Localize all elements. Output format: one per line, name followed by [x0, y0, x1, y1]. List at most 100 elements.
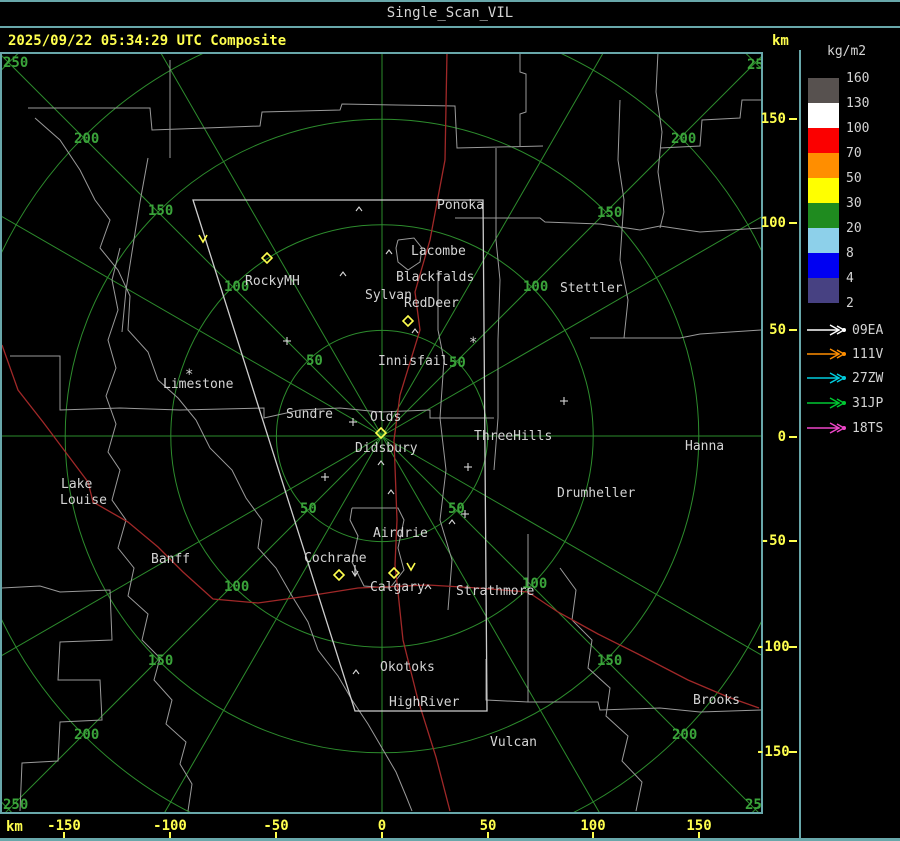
range-ring-label: 50: [306, 353, 323, 369]
svg-text:*: *: [185, 367, 193, 383]
track-arrow-icon: [807, 324, 846, 336]
city-label-brooks: Brooks: [693, 693, 740, 708]
city-label-blackfalds: Blackfalds: [396, 270, 474, 285]
vil-scale-swatch: [808, 278, 839, 303]
track-id-label: 27ZW: [852, 371, 884, 386]
city-label-okotoks: Okotoks: [380, 660, 435, 675]
vil-scale-swatch: [808, 253, 839, 278]
city-label-calgary: Calgary: [370, 580, 425, 595]
range-ring-label: 50: [448, 501, 465, 517]
vil-scale-swatch: [808, 228, 839, 253]
radar-map-canvas[interactable]: 2502001501005050100150200250501001502002…: [0, 0, 900, 841]
right-axis-tick-label: -100: [756, 639, 790, 655]
range-ring-label: 200: [74, 727, 99, 743]
city-label-louise: Louise: [60, 493, 107, 508]
svg-text:*: *: [469, 335, 477, 351]
city-label-drumheller: Drumheller: [557, 486, 635, 501]
range-ring-label: 250: [747, 57, 763, 73]
range-ring-label: 100: [523, 279, 548, 295]
vil-scale-unit-label: kg/m2: [827, 44, 867, 59]
vil-scale-value: 160: [846, 71, 870, 86]
city-label-reddeer: RedDeer: [404, 296, 459, 311]
window-title: Single_Scan_VIL: [386, 5, 514, 21]
range-ring-label: 150: [148, 203, 173, 219]
right-axis-tick-label: -150: [756, 744, 790, 760]
top-border: [0, 0, 900, 2]
right-axis-tick-label: -50: [760, 533, 786, 549]
city-label-highriver: HighRiver: [389, 695, 460, 710]
city-label-threehills: ThreeHills: [474, 429, 552, 444]
range-ring-label: 200: [671, 131, 696, 147]
right-axis-tick: [789, 540, 797, 542]
track-arrow-icon: [807, 348, 846, 360]
vil-scale-swatch: [808, 128, 839, 153]
city-label-strathmore: Strathmore: [456, 584, 534, 599]
app-window: Single_Scan_VIL 2025/09/22 05:34:29 UTC …: [0, 0, 900, 841]
right-axis-tick: [789, 329, 797, 331]
title-divider: [0, 26, 900, 28]
range-ring-label: 50: [449, 355, 466, 371]
right-axis-tick: [789, 222, 797, 224]
city-label-rockymh: RockyMH: [245, 274, 300, 289]
city-label-didsbury: Didsbury: [355, 441, 418, 456]
radar-map[interactable]: 2502001501005050100150200250501001502002…: [0, 0, 900, 841]
city-label-lake: Lake: [61, 477, 92, 492]
right-axis-tick: [789, 751, 797, 753]
range-ring-label: 100: [224, 579, 249, 595]
range-ring-label: 50: [300, 501, 317, 517]
range-ring-label: 250: [3, 797, 28, 813]
range-ring-label: 200: [672, 727, 697, 743]
city-label-stettler: Stettler: [560, 281, 623, 296]
city-label-banff: Banff: [151, 552, 190, 567]
vil-scale-value: 20: [846, 221, 862, 236]
right-axis-tick: [789, 118, 797, 120]
city-label-vulcan: Vulcan: [490, 735, 537, 750]
right-axis-tick: [789, 646, 797, 648]
track-arrow-icon: [807, 422, 846, 434]
vil-scale-value: 130: [846, 96, 870, 111]
city-label-ponoka: Ponoka: [437, 198, 484, 213]
vil-scale-value: 70: [846, 146, 862, 161]
range-ring-label: 250: [3, 55, 28, 71]
city-label-hanna: Hanna: [685, 439, 724, 454]
range-ring-label: 250: [745, 797, 763, 813]
range-ring-label: 150: [597, 205, 622, 221]
city-label-olds: Olds: [370, 410, 401, 425]
range-ring-label: 200: [74, 131, 99, 147]
city-label-lacombe: Lacombe: [411, 244, 466, 259]
city-label-airdrie: Airdrie: [373, 526, 428, 541]
right-axis-tick-label: 50: [769, 322, 786, 338]
right-axis-unit-label: km: [772, 33, 789, 49]
bottom-axis-unit-label: km: [6, 819, 23, 835]
vil-scale-value: 4: [846, 271, 854, 286]
city-label-limestone: Limestone: [163, 377, 234, 392]
city-label-sundre: Sundre: [286, 407, 333, 422]
legend-separator: [799, 50, 801, 841]
vil-scale-swatch: [808, 78, 839, 103]
city-label-cochrane: Cochrane: [304, 551, 367, 566]
right-axis-tick-label: 150: [760, 111, 786, 127]
track-arrow-icon: [807, 397, 846, 409]
vil-scale-swatch: [808, 103, 839, 128]
track-id-label: 31JP: [852, 396, 884, 411]
vil-scale-value: 8: [846, 246, 854, 261]
right-axis-tick-label: 100: [760, 215, 786, 231]
vil-scale-value: 30: [846, 196, 862, 211]
track-id-label: 18TS: [852, 421, 884, 436]
vil-scale-swatch: [808, 203, 839, 228]
range-ring-label: 150: [597, 653, 622, 669]
vil-scale-value: 100: [846, 121, 870, 136]
star-marker: *: [185, 367, 193, 383]
track-arrow-icon: [807, 372, 846, 384]
vil-scale-swatch: [808, 153, 839, 178]
vil-scale-swatch: [808, 178, 839, 203]
vil-scale-value: 50: [846, 171, 862, 186]
timestamp-line: 2025/09/22 05:34:29 UTC Composite: [8, 33, 287, 49]
vil-scale-value: 2: [846, 296, 854, 311]
right-axis-tick-label: 0: [777, 429, 786, 445]
right-axis-tick: [789, 436, 797, 438]
range-ring-label: 150: [148, 653, 173, 669]
city-label-innisfail: Innisfail: [378, 354, 448, 369]
track-id-label: 111V: [852, 347, 884, 362]
track-id-label: 09EA: [852, 323, 884, 338]
